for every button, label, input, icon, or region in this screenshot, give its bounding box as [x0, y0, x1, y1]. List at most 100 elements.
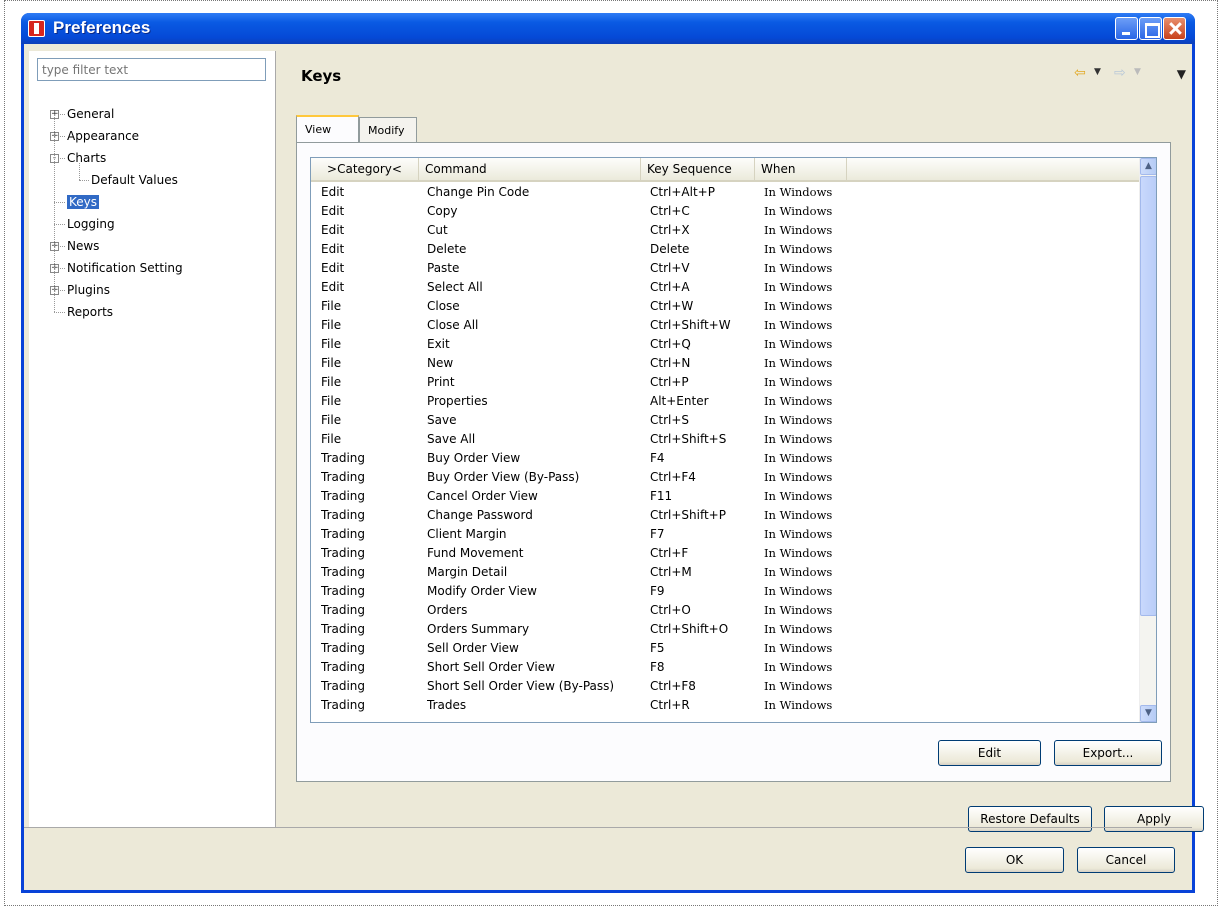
- vertical-scrollbar[interactable]: ▲ ▼: [1139, 158, 1156, 722]
- cell-command: Close All: [427, 318, 479, 332]
- cell-key-sequence: Ctrl+Alt+P: [650, 185, 715, 199]
- cell-category: Trading: [321, 641, 366, 655]
- edit-button[interactable]: Edit: [938, 740, 1041, 766]
- cell-key-sequence: Ctrl+Shift+S: [650, 432, 727, 446]
- table-row[interactable]: Trading Buy Order View F4 In Windows: [311, 449, 1140, 468]
- table-row[interactable]: File Properties Alt+Enter In Windows: [311, 392, 1140, 411]
- table-row[interactable]: Trading Fund Movement Ctrl+F In Windows: [311, 544, 1140, 563]
- cell-when: In Windows: [764, 660, 833, 674]
- tree-item-keys[interactable]: Keys: [67, 193, 100, 211]
- cell-when: In Windows: [764, 185, 833, 199]
- column-header-key-sequence[interactable]: Key Sequence: [641, 158, 755, 182]
- page-title: Keys: [301, 67, 342, 85]
- cell-key-sequence: Ctrl+R: [650, 698, 690, 712]
- cell-key-sequence: Ctrl+Shift+P: [650, 508, 726, 522]
- table-row[interactable]: Edit Copy Ctrl+C In Windows: [311, 202, 1140, 221]
- cell-when: In Windows: [764, 451, 833, 465]
- table-row[interactable]: File Close Ctrl+W In Windows: [311, 297, 1140, 316]
- tree-item-default-values[interactable]: Default Values: [91, 171, 178, 189]
- cell-command: Orders: [427, 603, 468, 617]
- table-row[interactable]: Edit Select All Ctrl+A In Windows: [311, 278, 1140, 297]
- back-arrow-icon[interactable]: ⇦: [1074, 65, 1086, 81]
- column-header-category[interactable]: >Category<: [311, 158, 419, 182]
- footer-divider: [24, 827, 1192, 828]
- table-row[interactable]: Trading Orders Summary Ctrl+Shift+O In Wind…: [311, 620, 1140, 639]
- cell-category: Edit: [321, 185, 345, 199]
- table-row[interactable]: File Print Ctrl+P In Windows: [311, 373, 1140, 392]
- table-row[interactable]: Trading Sell Order View F5 In Windows: [311, 639, 1140, 658]
- back-dropdown-icon[interactable]: ▼: [1094, 67, 1101, 77]
- table-row[interactable]: File Save All Ctrl+Shift+S In Windows: [311, 430, 1140, 449]
- cell-category: Trading: [321, 451, 366, 465]
- table-row[interactable]: Edit Paste Ctrl+V In Windows: [311, 259, 1140, 278]
- scroll-up-icon[interactable]: ▲: [1140, 158, 1156, 175]
- table-row[interactable]: Trading Orders Ctrl+O In Windows: [311, 601, 1140, 620]
- cell-command: Properties: [427, 394, 488, 408]
- tree-item-news[interactable]: News: [67, 237, 99, 255]
- export-button[interactable]: Export...: [1054, 740, 1162, 766]
- table-row[interactable]: Trading Margin Detail Ctrl+M In Windows: [311, 563, 1140, 582]
- cell-when: In Windows: [764, 622, 833, 636]
- table-row[interactable]: Edit Cut Ctrl+X In Windows: [311, 221, 1140, 240]
- cell-category: Trading: [321, 584, 366, 598]
- table-row[interactable]: Trading Cancel Order View F11 In Windows: [311, 487, 1140, 506]
- ok-button[interactable]: OK: [965, 847, 1064, 873]
- table-row[interactable]: Trading Modify Order View F9 In Windows: [311, 582, 1140, 601]
- filter-input[interactable]: [37, 58, 266, 81]
- cell-command: Margin Detail: [427, 565, 508, 579]
- tree-item-general[interactable]: General: [67, 105, 114, 123]
- table-row[interactable]: Trading Short Sell Order View F8 In Windows: [311, 658, 1140, 677]
- table-row[interactable]: File Save Ctrl+S In Windows: [311, 411, 1140, 430]
- forward-arrow-icon[interactable]: ⇨: [1114, 65, 1126, 81]
- cell-key-sequence: F9: [650, 584, 665, 598]
- table-row[interactable]: Trading Buy Order View (By-Pass) Ctrl+F4 In…: [311, 468, 1140, 487]
- cell-when: In Windows: [764, 280, 833, 294]
- view-menu-icon[interactable]: ▼: [1177, 67, 1186, 81]
- cell-command: New: [427, 356, 454, 370]
- title-bar[interactable]: Preferences: [21, 13, 1195, 44]
- cell-category: Edit: [321, 223, 345, 237]
- tree-item-notification-setting[interactable]: Notification Setting: [67, 259, 183, 277]
- cell-category: Trading: [321, 527, 366, 541]
- table-row[interactable]: File New Ctrl+N In Windows: [311, 354, 1140, 373]
- tree-item-plugins[interactable]: Plugins: [67, 281, 110, 299]
- tree-item-logging[interactable]: Logging: [67, 215, 115, 233]
- table-row[interactable]: Trading Client Margin F7 In Windows: [311, 525, 1140, 544]
- maximize-button[interactable]: [1139, 17, 1162, 40]
- tree-item-reports[interactable]: Reports: [67, 303, 113, 321]
- table-row[interactable]: Trading Short Sell Order View (By-Pass) Ct…: [311, 677, 1140, 696]
- forward-dropdown-icon[interactable]: ▼: [1134, 67, 1141, 77]
- tree-item-appearance[interactable]: Appearance: [67, 127, 139, 145]
- column-header-command[interactable]: Command: [419, 158, 641, 182]
- tree-item-charts[interactable]: Charts: [67, 149, 106, 167]
- tab-view[interactable]: View: [296, 115, 359, 143]
- cell-category: Trading: [321, 679, 366, 693]
- table-row[interactable]: Trading Trades Ctrl+R In Windows: [311, 696, 1140, 715]
- cell-key-sequence: Ctrl+M: [650, 565, 692, 579]
- minimize-button[interactable]: [1115, 17, 1138, 40]
- table-row[interactable]: Trading Change Password Ctrl+Shift+P In Win…: [311, 506, 1140, 525]
- cell-key-sequence: Ctrl+C: [650, 204, 690, 218]
- apply-button[interactable]: Apply: [1104, 806, 1204, 832]
- cell-key-sequence: Ctrl+Shift+O: [650, 622, 729, 636]
- table-row[interactable]: File Close All Ctrl+Shift+W In Windows: [311, 316, 1140, 335]
- cell-command: Exit: [427, 337, 450, 351]
- column-header-when[interactable]: When: [755, 158, 847, 182]
- cell-category: Trading: [321, 603, 366, 617]
- table-row[interactable]: Edit Change Pin Code Ctrl+Alt+P In Windows: [311, 183, 1140, 202]
- tab-modify[interactable]: Modify: [359, 117, 417, 143]
- cell-category: Edit: [321, 242, 345, 256]
- cell-category: Edit: [321, 280, 345, 294]
- close-button[interactable]: [1163, 17, 1186, 40]
- scroll-thumb[interactable]: [1140, 176, 1156, 616]
- cell-when: In Windows: [764, 565, 833, 579]
- scroll-down-icon[interactable]: ▼: [1140, 705, 1156, 722]
- restore-defaults-button[interactable]: Restore Defaults: [968, 806, 1092, 832]
- table-row[interactable]: Edit Delete Delete In Windows: [311, 240, 1140, 259]
- cell-when: In Windows: [764, 679, 833, 693]
- table-row[interactable]: File Exit Ctrl+Q In Windows: [311, 335, 1140, 354]
- tree-connector: [54, 224, 65, 225]
- cancel-button[interactable]: Cancel: [1077, 847, 1175, 873]
- cell-key-sequence: F11: [650, 489, 673, 503]
- tree-item-label: News: [67, 239, 100, 253]
